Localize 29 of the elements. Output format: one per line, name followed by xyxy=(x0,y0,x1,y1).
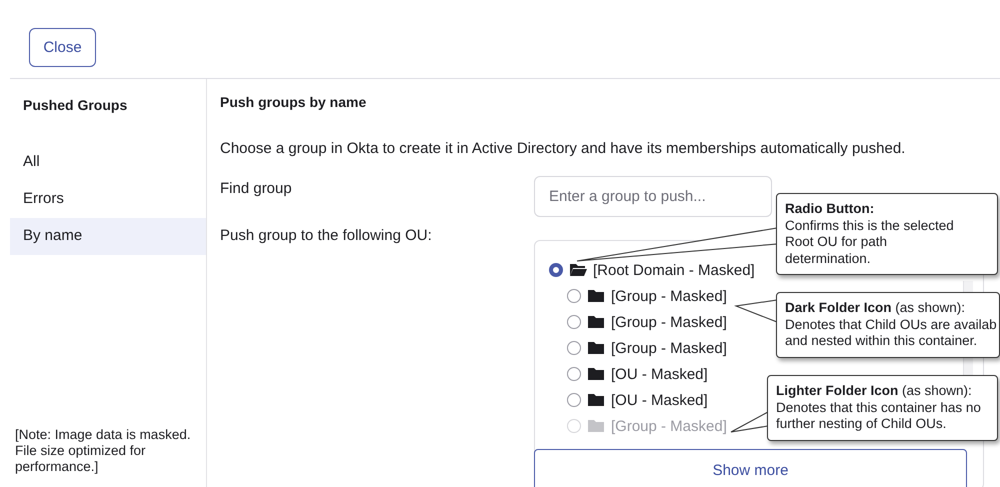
ou-label[interactable]: [Group - Masked] xyxy=(611,314,727,330)
callout-tooltip: Radio Button: Confirms this is the selected Root OU for path determination. xyxy=(776,193,998,275)
field-label: Find group xyxy=(220,179,293,199)
close-button[interactable]: Close xyxy=(29,28,96,67)
radio-button[interactable] xyxy=(567,341,581,355)
radio-button[interactable] xyxy=(549,263,563,277)
show-more-button[interactable]: Show more xyxy=(534,449,967,487)
field-label: Push group to the following OU: xyxy=(220,227,433,246)
radio-button[interactable] xyxy=(567,289,581,303)
ou-label[interactable]: [OU - Masked] xyxy=(611,366,708,382)
radio-button[interactable] xyxy=(567,367,581,381)
sidebar-item[interactable]: By name xyxy=(10,218,206,255)
ou-label[interactable]: [Root Domain - Masked] xyxy=(593,262,755,278)
ou-label[interactable]: [Group - Masked] xyxy=(611,288,727,304)
search-field[interactable]: Enter a group to push... xyxy=(534,176,772,217)
callout-tooltip: Lighter Folder Icon (as shown): Denotes that this container has no further nesting of Child OUs. xyxy=(767,375,998,440)
radio-button[interactable] xyxy=(567,393,581,407)
sidebar-item[interactable]: All xyxy=(10,144,206,181)
callout-tooltip: Dark Folder Icon (as shown): Denotes that Child OUs are availab and nested within this container. xyxy=(776,292,1000,358)
sidebar-item[interactable]: Errors xyxy=(10,181,206,218)
leader-line xyxy=(730,411,768,432)
ou-label[interactable]: [OU - Masked] xyxy=(611,392,708,408)
note-text: [Note: Image data is masked. File size optimized for performance.] xyxy=(14,427,192,476)
radio-button[interactable] xyxy=(567,315,581,329)
sidebar-title: Pushed Groups xyxy=(22,97,128,115)
description-text: Choose a group in Okta to create it in Active Directory and have its memberships automatically pushed. xyxy=(220,140,906,157)
leader-line xyxy=(734,299,778,323)
ou-label[interactable]: [Group - Masked] xyxy=(611,340,727,356)
section-title: Push groups by name xyxy=(220,94,368,110)
